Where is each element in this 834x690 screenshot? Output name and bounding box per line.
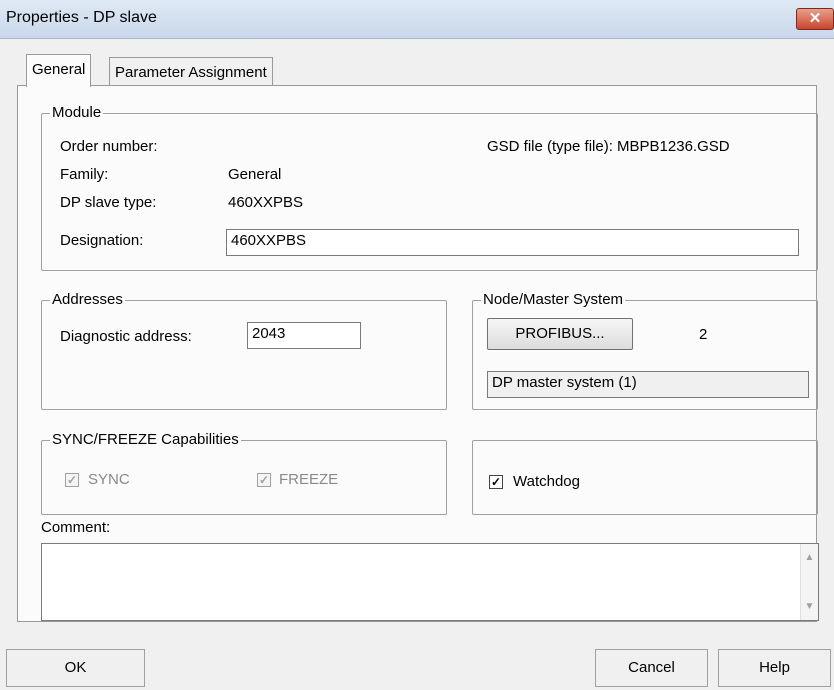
check-icon: ✓ bbox=[490, 475, 502, 489]
profibus-button[interactable]: PROFIBUS... bbox=[487, 318, 633, 350]
master-system-field: DP master system (1) bbox=[487, 371, 809, 398]
diagnostic-address-input[interactable]: 2043 bbox=[247, 322, 361, 349]
addresses-group: Addresses bbox=[41, 291, 447, 410]
diagnostic-address-value: 2043 bbox=[252, 325, 286, 342]
close-icon: ✕ bbox=[808, 10, 822, 27]
sync-freeze-legend: SYNC/FREEZE Capabilities bbox=[50, 431, 241, 449]
cancel-button-label: Cancel bbox=[628, 659, 675, 676]
family-label: Family: bbox=[60, 166, 109, 183]
designation-input[interactable]: 460XXPBS bbox=[226, 229, 799, 256]
check-icon: ✓ bbox=[258, 473, 270, 487]
module-legend: Module bbox=[50, 104, 104, 122]
tab-label: Parameter Assignment bbox=[115, 64, 267, 81]
check-icon: ✓ bbox=[66, 473, 78, 487]
node-master-legend: Node/Master System bbox=[481, 291, 626, 309]
watchdog-checkbox[interactable]: ✓ bbox=[489, 475, 503, 489]
help-button[interactable]: Help bbox=[718, 649, 831, 687]
comment-label: Comment: bbox=[41, 519, 111, 536]
addresses-legend: Addresses bbox=[50, 291, 125, 309]
master-system-value: DP master system (1) bbox=[492, 374, 637, 391]
ok-button-label: OK bbox=[64, 659, 87, 676]
scroll-down-icon[interactable]: ▼ bbox=[801, 601, 818, 612]
node-address-value: 2 bbox=[699, 326, 708, 343]
comment-textarea[interactable]: ▲ ▼ bbox=[41, 543, 819, 621]
tab-general[interactable]: General bbox=[26, 54, 92, 87]
slave-type-value: 460XXPBS bbox=[228, 194, 304, 211]
freeze-label: FREEZE bbox=[279, 471, 339, 488]
title-bar: Properties - DP slave ✕ bbox=[0, 0, 834, 39]
family-value: General bbox=[228, 166, 282, 183]
close-button[interactable]: ✕ bbox=[796, 8, 834, 30]
tab-label: General bbox=[32, 61, 86, 78]
profibus-button-label: PROFIBUS... bbox=[515, 325, 605, 342]
slave-type-label: DP slave type: bbox=[60, 194, 157, 211]
gsd-file-label: GSD file (type file): MBPB1236.GSD bbox=[487, 138, 730, 155]
sync-checkbox: ✓ bbox=[65, 473, 79, 487]
comment-scrollbar[interactable]: ▲ ▼ bbox=[800, 544, 818, 620]
tab-parameter-assignment[interactable]: Parameter Assignment bbox=[109, 57, 273, 87]
window-title: Properties - DP slave bbox=[6, 9, 157, 26]
help-button-label: Help bbox=[759, 659, 790, 676]
order-number-label: Order number: bbox=[60, 138, 158, 155]
sync-label: SYNC bbox=[88, 471, 130, 488]
diagnostic-address-label: Diagnostic address: bbox=[60, 328, 192, 345]
freeze-checkbox: ✓ bbox=[257, 473, 271, 487]
scroll-up-icon[interactable]: ▲ bbox=[801, 552, 818, 563]
ok-button[interactable]: OK bbox=[6, 649, 145, 687]
designation-value: 460XXPBS bbox=[231, 232, 307, 249]
designation-label: Designation: bbox=[60, 232, 144, 249]
watchdog-label: Watchdog bbox=[513, 473, 580, 490]
cancel-button[interactable]: Cancel bbox=[595, 649, 708, 687]
